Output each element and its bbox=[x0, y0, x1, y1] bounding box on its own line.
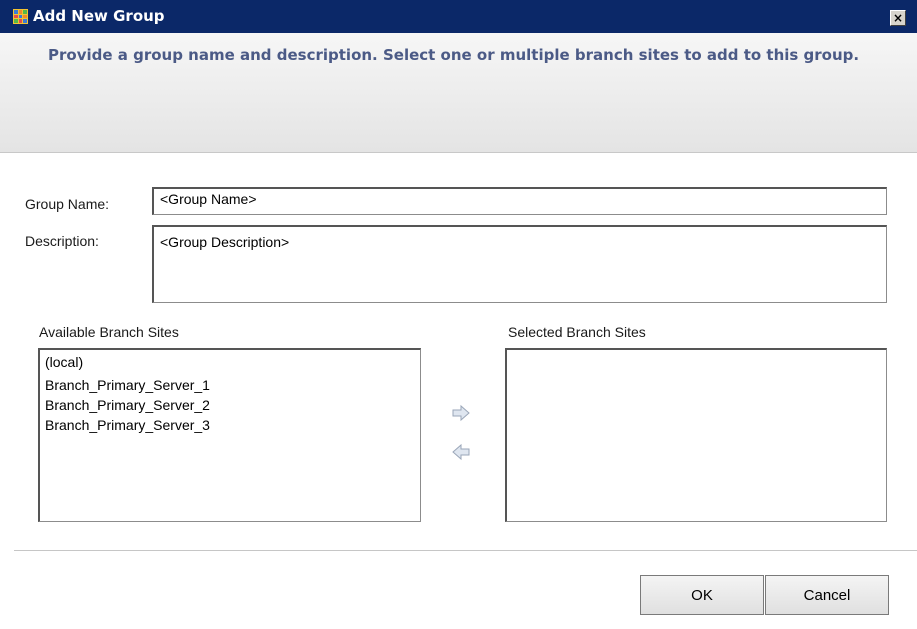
available-sites-label: Available Branch Sites bbox=[39, 324, 179, 340]
instruction-text: Provide a group name and description. Se… bbox=[48, 46, 860, 64]
description-label: Description: bbox=[25, 233, 99, 249]
group-name-value: <Group Name> bbox=[160, 191, 257, 207]
ok-button-label: OK bbox=[691, 586, 713, 604]
selected-sites-list[interactable] bbox=[505, 348, 887, 522]
list-item[interactable]: Branch_Primary_Server_3 bbox=[45, 415, 415, 435]
group-name-label: Group Name: bbox=[25, 196, 110, 212]
group-name-input[interactable]: <Group Name> bbox=[152, 187, 887, 215]
grid-app-icon bbox=[13, 9, 28, 24]
list-item[interactable]: Branch_Primary_Server_2 bbox=[45, 395, 415, 415]
ok-button[interactable]: OK bbox=[640, 575, 764, 615]
arrow-left-icon[interactable] bbox=[450, 443, 472, 461]
list-item[interactable]: (local) bbox=[45, 352, 415, 372]
description-textarea[interactable]: <Group Description> bbox=[152, 225, 887, 303]
footer-divider bbox=[14, 550, 917, 551]
window-title: Add New Group bbox=[33, 7, 165, 25]
title-bar: Add New Group × bbox=[0, 0, 917, 33]
cancel-button[interactable]: Cancel bbox=[765, 575, 889, 615]
cancel-button-label: Cancel bbox=[803, 586, 851, 604]
close-button[interactable]: × bbox=[890, 10, 906, 26]
selected-sites-label: Selected Branch Sites bbox=[508, 324, 646, 340]
list-item[interactable]: Branch_Primary_Server_1 bbox=[45, 375, 415, 395]
description-value: <Group Description> bbox=[160, 234, 290, 250]
arrow-right-icon[interactable] bbox=[450, 404, 472, 422]
available-sites-list[interactable]: (local) Branch_Primary_Server_1 Branch_P… bbox=[38, 348, 421, 522]
close-icon: × bbox=[892, 11, 904, 25]
